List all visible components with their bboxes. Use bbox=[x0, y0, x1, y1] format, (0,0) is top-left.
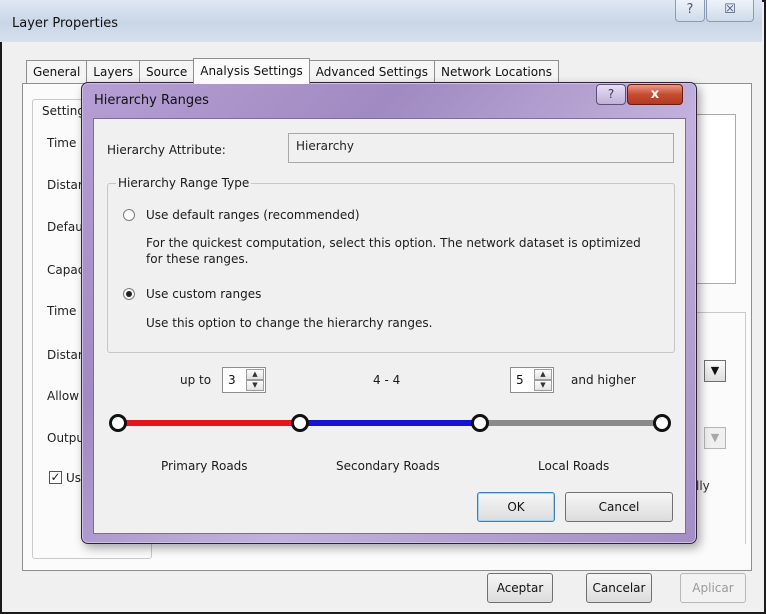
primary-roads-segment bbox=[125, 420, 299, 426]
background-dropdown-disabled-arrow-icon: ▼ bbox=[704, 427, 726, 449]
upper-range-spin: ▲ ▼ bbox=[246, 369, 264, 391]
aceptar-button[interactable]: Aceptar bbox=[487, 573, 553, 603]
range-node-end bbox=[653, 414, 671, 432]
lower-range-stepper[interactable]: 5 ▲ ▼ bbox=[510, 367, 554, 393]
aplicar-button: Aplicar bbox=[680, 573, 746, 603]
hierarchy-attribute-field: Hierarchy bbox=[288, 133, 674, 163]
setting-label-default: Defau bbox=[47, 220, 83, 234]
custom-ranges-label[interactable]: Use custom ranges bbox=[146, 287, 261, 301]
dialog-help-button[interactable]: ? bbox=[596, 84, 626, 105]
upper-range-stepper[interactable]: 3 ▲ ▼ bbox=[222, 367, 266, 393]
local-roads-label: Local Roads bbox=[538, 459, 610, 473]
background-dropdown-arrow-icon[interactable]: ▼ bbox=[704, 360, 726, 382]
tab-source[interactable]: Source bbox=[139, 60, 195, 84]
tab-network-locations[interactable]: Network Locations bbox=[434, 60, 559, 84]
secondary-roads-label: Secondary Roads bbox=[336, 459, 440, 473]
tab-layers[interactable]: Layers bbox=[86, 60, 141, 84]
default-ranges-description-line1: For the quickest computation, select thi… bbox=[146, 236, 641, 250]
dialog-title: Hierarchy Ranges bbox=[94, 93, 209, 108]
lower-range-suffix: and higher bbox=[571, 373, 636, 387]
lower-range-value: 5 bbox=[516, 373, 524, 387]
settings-checkbox[interactable]: ✓ bbox=[49, 471, 62, 484]
range-node-secondary-end[interactable] bbox=[471, 414, 489, 432]
background-partial-text: lly bbox=[696, 479, 710, 493]
setting-label-use: Us bbox=[66, 471, 82, 485]
spin-up-icon[interactable]: ▲ bbox=[534, 369, 552, 380]
lower-range-spin: ▲ ▼ bbox=[534, 369, 552, 391]
cancel-button[interactable]: Cancel bbox=[565, 492, 673, 522]
spin-up-icon[interactable]: ▲ bbox=[246, 369, 264, 380]
spin-down-icon[interactable]: ▼ bbox=[246, 380, 264, 391]
setting-label-distance: Distar bbox=[47, 178, 83, 192]
upper-range-value: 3 bbox=[228, 373, 236, 387]
setting-label-capacity: Capac bbox=[47, 263, 85, 277]
default-ranges-description-line2: for these ranges. bbox=[146, 252, 249, 266]
default-ranges-label[interactable]: Use default ranges (recommended) bbox=[146, 208, 360, 222]
setting-label-time: Time bbox=[47, 136, 77, 150]
tab-analysis-settings[interactable]: Analysis Settings bbox=[193, 58, 310, 84]
outer-help-button[interactable]: ? bbox=[675, 0, 705, 22]
range-node-start bbox=[109, 414, 127, 432]
outer-close-button[interactable]: ☒ bbox=[706, 0, 754, 22]
tab-advanced-settings[interactable]: Advanced Settings bbox=[308, 60, 436, 84]
hierarchy-attribute-label: Hierarchy Attribute: bbox=[107, 143, 226, 157]
tab-general[interactable]: General bbox=[26, 60, 88, 84]
upper-range-prefix: up to bbox=[180, 373, 212, 387]
local-roads-segment bbox=[480, 420, 661, 426]
primary-roads-label: Primary Roads bbox=[161, 459, 248, 473]
setting-label-allow: Allow bbox=[47, 389, 80, 403]
custom-ranges-description: Use this option to change the hierarchy … bbox=[146, 316, 433, 330]
tab-strip: General Layers Source Analysis Settings … bbox=[26, 58, 559, 84]
default-ranges-radio[interactable] bbox=[123, 209, 135, 221]
hierarchy-range-type-label: Hierarchy Range Type bbox=[116, 176, 252, 190]
setting-label-distance-2: Distar bbox=[47, 348, 83, 362]
outer-window-title: Layer Properties bbox=[12, 16, 119, 31]
settings-group-label: Setting bbox=[40, 104, 87, 118]
secondary-roads-segment bbox=[299, 420, 480, 426]
dialog-close-button[interactable]: x bbox=[627, 84, 683, 105]
setting-label-output: Outpu bbox=[47, 431, 84, 445]
cancelar-button[interactable]: Cancelar bbox=[586, 573, 652, 603]
ok-button[interactable]: OK bbox=[477, 492, 555, 522]
range-node-primary-end[interactable] bbox=[291, 414, 309, 432]
custom-ranges-radio[interactable] bbox=[123, 288, 135, 300]
secondary-range-label: 4 - 4 bbox=[373, 373, 401, 387]
spin-down-icon[interactable]: ▼ bbox=[534, 380, 552, 391]
